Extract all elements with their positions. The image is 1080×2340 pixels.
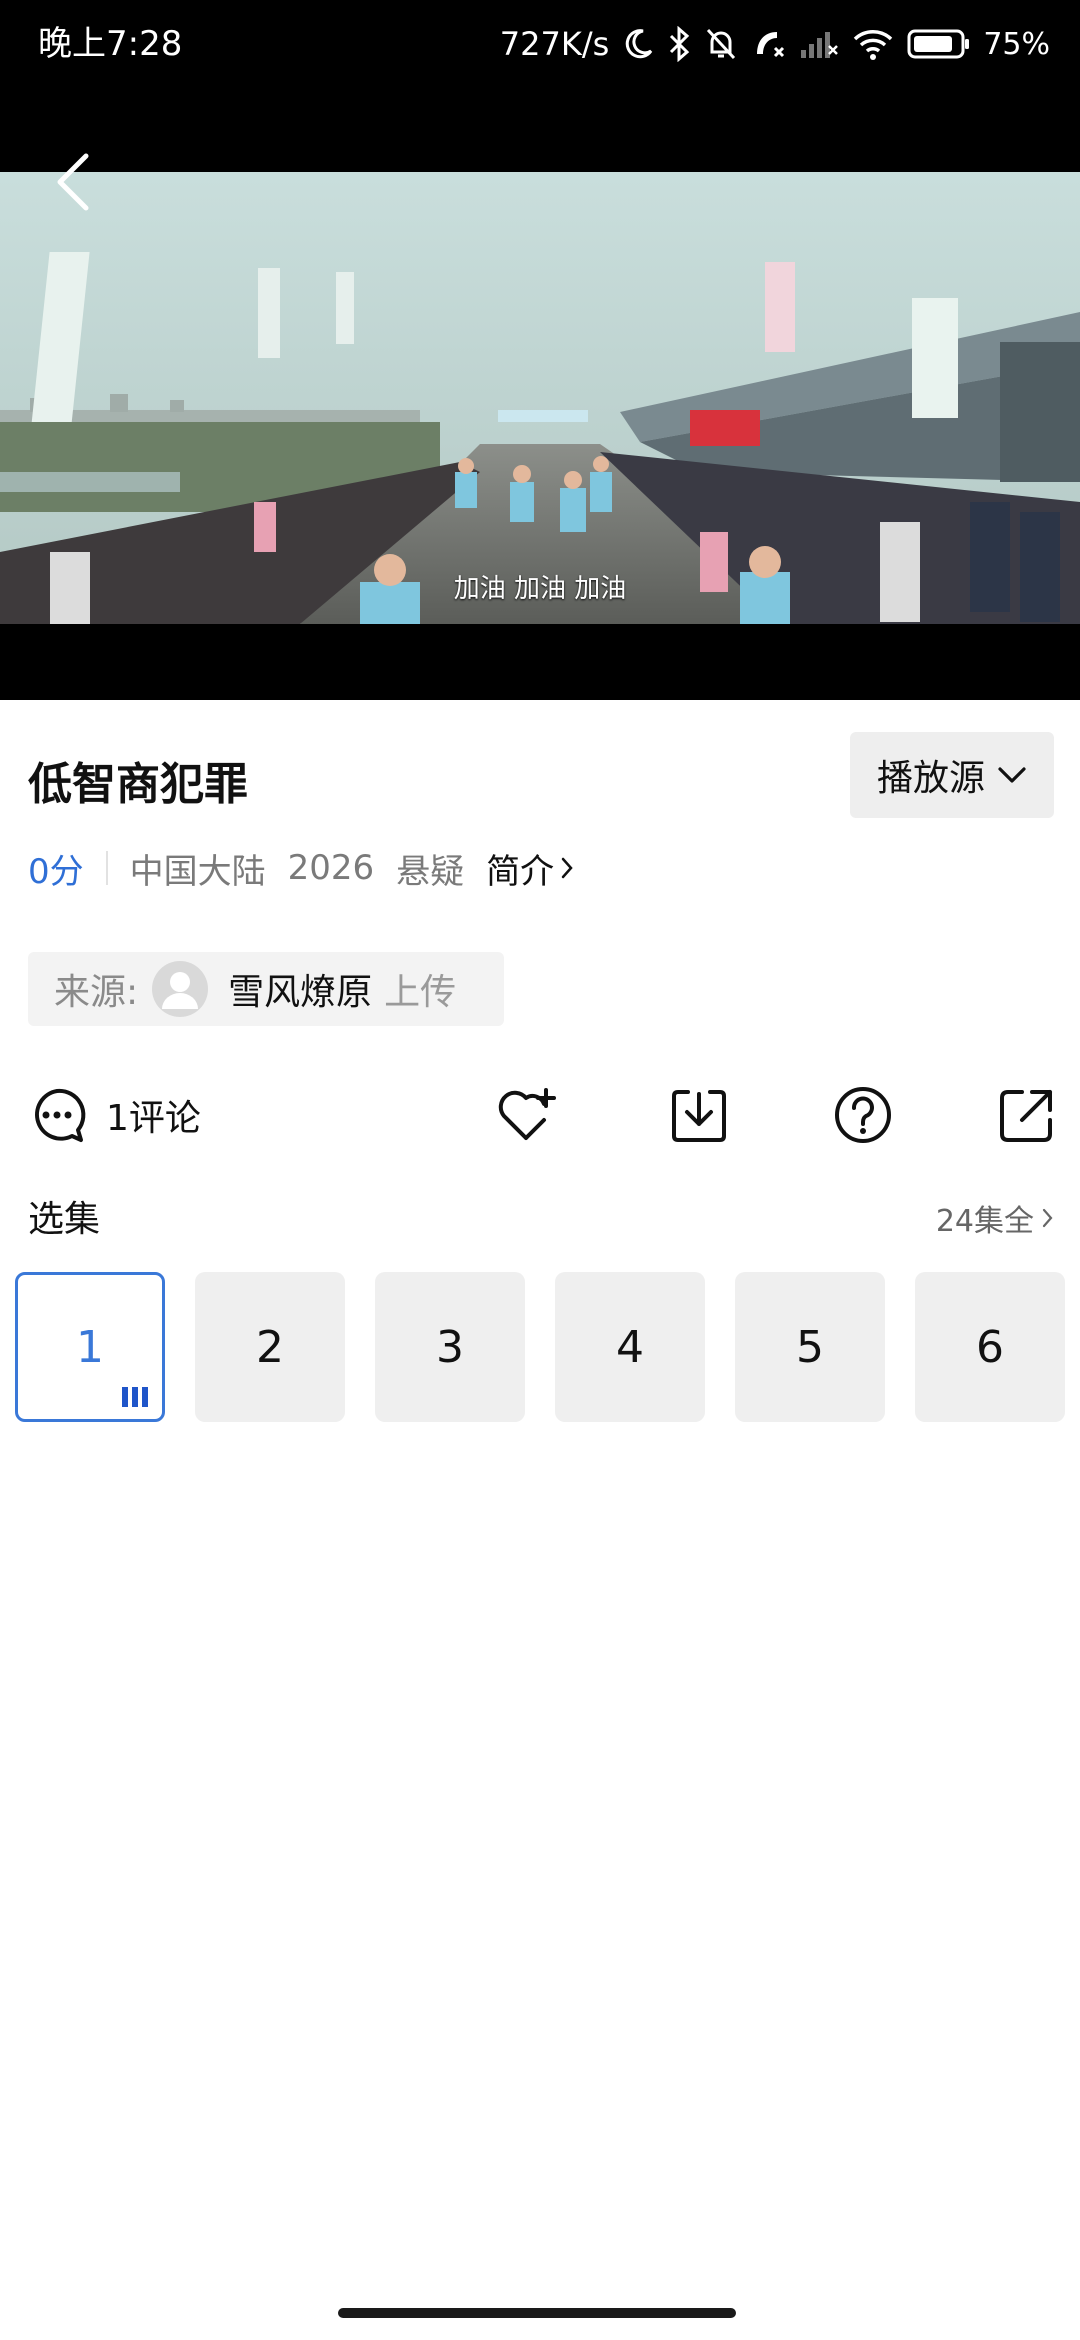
mute-bell-icon	[707, 28, 736, 60]
uploader-action: 上传	[384, 972, 457, 1013]
show-meta: 0分 中国大陆 2026 悬疑 简介	[28, 840, 574, 896]
playing-indicator-icon	[122, 1387, 148, 1407]
status-time: 晚上7:28	[38, 24, 183, 64]
episode-number: 5	[796, 1321, 824, 1373]
video-scene-image	[0, 172, 1080, 624]
uploader-chip[interactable]: 来源: 雪风燎原 上传	[28, 952, 504, 1026]
episode-number: 1	[76, 1321, 104, 1373]
episode-item[interactable]: 5	[735, 1272, 885, 1422]
battery-percent: 75%	[983, 26, 1050, 62]
meta-divider	[105, 851, 108, 885]
status-bar: 晚上7:28 727K/s 75%	[0, 0, 1080, 172]
chevron-down-icon	[998, 767, 1026, 783]
episode-number: 2	[256, 1321, 284, 1373]
episode-number: 3	[436, 1321, 464, 1373]
action-row: 1评论	[0, 1080, 1080, 1150]
genre: 悬疑	[396, 851, 465, 892]
episode-item[interactable]: 2	[195, 1272, 345, 1422]
episodes-header: 选集	[28, 1199, 101, 1240]
download-icon[interactable]	[668, 1084, 730, 1146]
episode-item[interactable]: 4	[555, 1272, 705, 1422]
score: 0分	[28, 851, 84, 892]
region: 中国大陆	[129, 851, 266, 892]
user-avatar-icon	[162, 972, 199, 1009]
moon-icon	[626, 29, 653, 59]
comment-icon	[35, 1088, 86, 1142]
chevron-right-icon	[1042, 1208, 1053, 1228]
share-icon[interactable]	[996, 1084, 1058, 1146]
episode-item[interactable]: 3	[375, 1272, 525, 1422]
bluetooth-icon	[670, 26, 690, 62]
show-title: 低智商犯罪	[28, 759, 248, 810]
missed-call-icon	[757, 32, 785, 58]
help-icon[interactable]	[832, 1084, 894, 1146]
back-arrow-icon[interactable]	[50, 150, 94, 214]
avatar	[152, 961, 209, 1017]
play-source-label: 播放源	[876, 758, 985, 799]
video-subtitle: 加油 加油 加油	[453, 574, 627, 604]
video-frame: 加油 加油 加油	[0, 172, 1080, 624]
comment-count: 1评论	[106, 1098, 201, 1139]
intro-link[interactable]: 简介	[486, 844, 574, 893]
uploader-label: 来源:	[54, 972, 139, 1013]
intro-label: 简介	[486, 851, 555, 892]
year: 2026	[287, 848, 375, 888]
home-indicator[interactable]	[338, 2308, 736, 2318]
comment-button[interactable]: 1评论	[28, 1086, 201, 1144]
uploader-name: 雪风燎原	[228, 972, 373, 1013]
episode-list: 1 2 3 4 5 6	[15, 1272, 1065, 1422]
status-icons: 727K/s 75%	[500, 22, 1050, 66]
play-source-button[interactable]: 播放源	[850, 732, 1054, 818]
net-speed: 727K/s	[499, 25, 610, 63]
episodes-total: 24集全	[935, 1204, 1034, 1239]
battery-icon	[907, 29, 970, 59]
episode-number: 6	[976, 1321, 1004, 1373]
video-player[interactable]: 加油 加油 加油	[0, 172, 1080, 700]
episode-item[interactable]: 6	[915, 1272, 1065, 1422]
favorite-heart-icon[interactable]	[496, 1084, 558, 1146]
chevron-right-icon	[561, 857, 573, 879]
cell-signal-icon	[801, 32, 839, 58]
wifi-icon	[854, 30, 893, 60]
episodes-all-link[interactable]: 24集全	[936, 1196, 1054, 1240]
episode-number: 4	[616, 1321, 644, 1373]
episode-item[interactable]: 1	[15, 1272, 165, 1422]
